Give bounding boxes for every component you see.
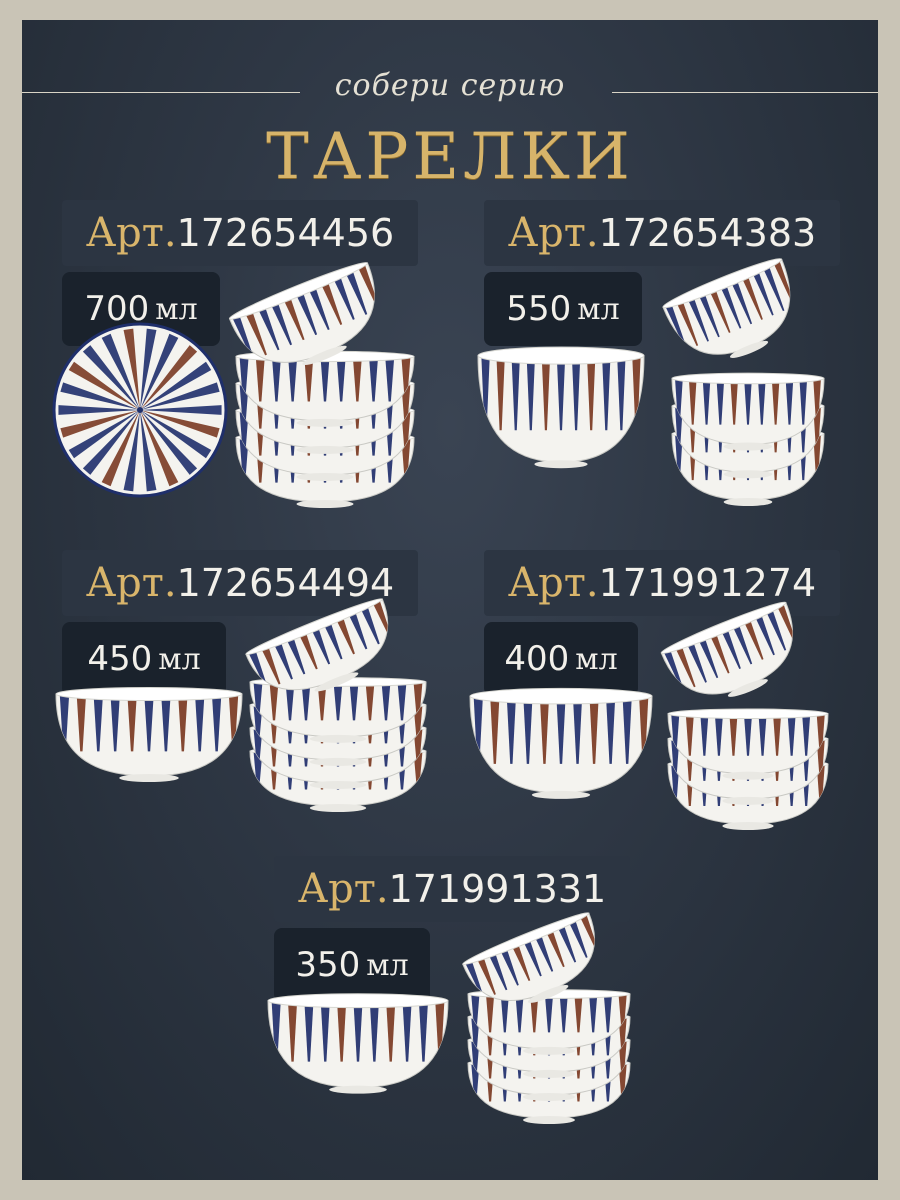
article-prefix: Арт. [507, 560, 599, 606]
bowl-stack-image [662, 258, 825, 506]
article-prefix: Арт. [85, 210, 177, 256]
bowl-stack-image [245, 598, 427, 812]
bowl-image [55, 686, 243, 782]
bowl-stack-image [462, 912, 631, 1124]
article-number: 172654494 [176, 561, 395, 605]
bowl-image [267, 993, 449, 1094]
article-number: 172654383 [598, 211, 817, 255]
article-number: 171991331 [388, 867, 607, 911]
page-title: ТАРЕЛКИ [266, 120, 634, 194]
volume-value: 450 [87, 639, 153, 679]
article-prefix: Арт. [297, 866, 389, 912]
volume-unit: мл [577, 291, 620, 327]
article-prefix: Арт. [85, 560, 177, 606]
article-number: 171991274 [598, 561, 817, 605]
article-box: Арт. 172654456 [62, 200, 418, 266]
volume-unit: мл [158, 641, 201, 677]
bowl-image [477, 346, 645, 469]
article-number: 172654456 [176, 211, 395, 255]
volume-badge: 550 мл [484, 272, 642, 346]
volume-value: 350 [295, 945, 361, 985]
article-box: Арт. 172654383 [484, 200, 840, 266]
plate-image [52, 322, 228, 498]
subtitle-script: собери серию [334, 68, 566, 103]
page: собери серию ТАРЕЛКИ Арт. 172654456 700 … [0, 0, 900, 1200]
article-box: Арт. 171991331 [274, 856, 630, 922]
bowl-stack-image [228, 262, 415, 508]
volume-unit: мл [366, 947, 409, 983]
volume-value: 550 [506, 289, 572, 329]
bowl-image [469, 687, 653, 799]
article-prefix: Арт. [507, 210, 599, 256]
volume-unit: мл [575, 641, 618, 677]
bowl-stack-image [660, 601, 829, 830]
volume-value: 400 [504, 639, 570, 679]
